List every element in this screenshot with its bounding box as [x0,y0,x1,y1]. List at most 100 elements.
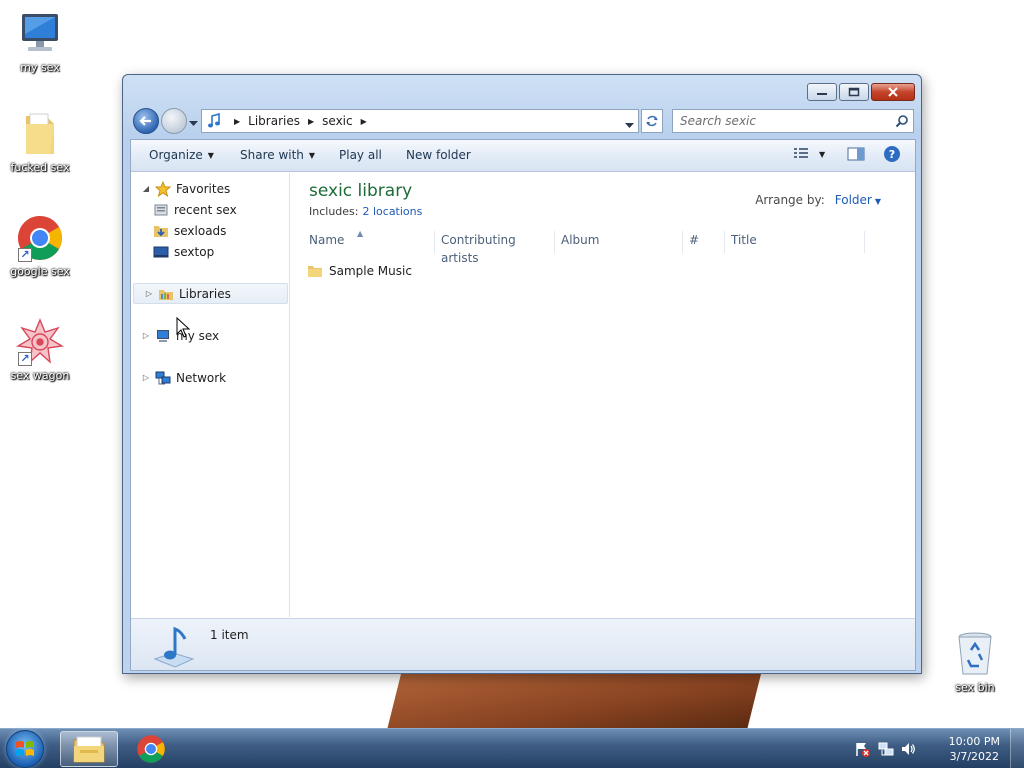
close-icon [888,87,898,97]
network-icon [154,369,172,387]
explorer-folder-icon [73,736,105,763]
back-button[interactable] [133,108,159,134]
change-view-button[interactable] [793,146,809,160]
folder-icon [16,110,64,158]
desktop-icon-label: google sex [10,265,70,278]
search-input[interactable] [673,110,883,132]
navigation-bar: ▶ Libraries ▶ sexic ▶ [131,107,915,135]
start-button[interactable] [6,730,44,768]
maximize-icon [848,87,860,97]
column-header-name[interactable]: ▲ Name [291,229,435,253]
nav-libraries[interactable]: ▷ Libraries [133,283,288,304]
clock[interactable]: 10:00 PM 3/7/2022 [949,734,1000,764]
computer-icon [154,327,172,345]
explorer-content: Organize ▼ Share with ▼ Play all New folde… [130,139,916,671]
nav-favorites[interactable]: ◢ Favorites [131,178,289,199]
nav-downloads[interactable]: sexloads [131,220,289,241]
view-options-button[interactable]: ▼ [819,150,825,159]
library-includes: Includes: 2 locations [309,205,423,218]
volume-icon[interactable] [900,741,916,760]
breadcrumb-sexic[interactable]: sexic ▶ [318,114,371,128]
wallpaper-shape [387,668,763,728]
close-button[interactable] [871,83,915,101]
view-details-icon [794,148,808,158]
preview-pane-button[interactable] [847,146,865,162]
sort-ascending-icon: ▲ [357,229,364,238]
nav-desktop[interactable]: sextop [131,241,289,262]
recycle-bin-icon [951,630,999,678]
taskbar-explorer-button[interactable] [60,731,118,767]
recent-pages-button[interactable] [189,116,198,130]
desktop-icon-recycle-bin[interactable]: sex bin [937,630,1013,694]
nav-recent-places[interactable]: recent sex [131,199,289,220]
windows-logo-icon [16,741,34,756]
taskbar: 10:00 PM 3/7/2022 [0,728,1024,768]
list-item[interactable]: Sample Music [307,261,412,281]
desktop-icon-label: my sex [20,61,60,74]
folder-icon [307,263,323,279]
chevron-down-icon [189,121,198,126]
desktop-icon-computer[interactable]: my sex [2,10,78,74]
search-icon[interactable] [895,114,909,131]
organize-button[interactable]: Organize ▼ [149,148,214,162]
arrange-by-dropdown[interactable]: Folder ▼ [835,193,881,207]
expand-arrow-icon[interactable]: ▷ [144,289,154,298]
column-headers: ▲ Name Contributing artists Album # Titl… [291,229,911,265]
desktop-icon-folder[interactable]: fucked sex [2,110,78,174]
chrome-icon [137,735,165,763]
clock-date: 3/7/2022 [949,750,1000,763]
column-header-title[interactable]: Title [725,231,865,253]
music-note-icon [149,621,197,672]
maximize-button[interactable] [839,83,869,101]
help-icon: ? [884,146,900,162]
expand-arrow-icon[interactable]: ▷ [141,331,151,340]
forward-button[interactable] [161,108,187,134]
chevron-down-icon: ▼ [874,197,881,206]
search-box[interactable] [672,109,914,133]
libraries-icon [157,285,175,303]
back-arrow-icon [139,116,151,126]
recent-places-icon [152,201,170,219]
breadcrumb-libraries[interactable]: Libraries ▶ [244,114,318,128]
minimize-icon [817,93,827,95]
chevron-down-icon: ▼ [207,150,214,160]
chrome-icon: ↗ [16,214,64,262]
item-count: 1 item [210,628,249,642]
locations-link[interactable]: 2 locations [362,205,422,218]
shortcut-arrow-icon: ↗ [18,248,32,262]
refresh-icon [646,115,658,127]
action-center-flag-icon[interactable] [854,741,870,760]
nav-computer[interactable]: ▷ my sex [131,325,289,346]
wagon-icon: ↗ [15,318,65,366]
expand-arrow-icon[interactable]: ▷ [141,373,151,382]
column-header-album[interactable]: Album [555,231,683,253]
nav-network[interactable]: ▷ Network [131,367,289,388]
new-folder-button[interactable]: New folder [406,148,471,162]
shortcut-arrow-icon: ↗ [18,352,32,366]
refresh-button[interactable] [641,109,663,133]
chevron-down-icon: ▼ [819,150,826,159]
network-status-icon[interactable] [878,741,894,760]
share-with-button[interactable]: Share with ▼ [240,148,315,162]
minimize-button[interactable] [807,83,837,101]
breadcrumb-separator[interactable]: ▶ [222,117,244,126]
explorer-window[interactable]: ▶ Libraries▶ sexic▶ Organize▼ Share with… [122,74,922,674]
desktop-icon-wagon[interactable]: ↗ sex wagon [2,318,78,382]
column-header-track-number[interactable]: # [683,231,725,253]
collapse-arrow-icon[interactable]: ◢ [141,184,151,193]
show-desktop-button[interactable] [1010,729,1024,768]
system-tray: 10:00 PM 3/7/2022 [854,729,1024,768]
computer-icon [16,10,64,58]
column-header-contributing-artists[interactable]: Contributing artists [435,231,555,265]
play-all-button[interactable]: Play all [339,148,382,162]
arrange-by: Arrange by: Folder ▼ [755,193,881,207]
desktop-icon [152,243,170,261]
address-bar[interactable]: ▶ Libraries ▶ sexic ▶ [201,109,639,133]
help-button[interactable]: ? [883,145,901,163]
downloads-folder-icon [152,222,170,240]
address-dropdown-button[interactable] [625,118,634,132]
taskbar-chrome-button[interactable] [122,731,180,767]
file-list-pane: sexic library Includes: 2 locations Arran… [291,173,915,617]
desktop-icon-label: sex bin [955,681,995,694]
desktop-icon-chrome[interactable]: ↗ google sex [2,214,78,278]
